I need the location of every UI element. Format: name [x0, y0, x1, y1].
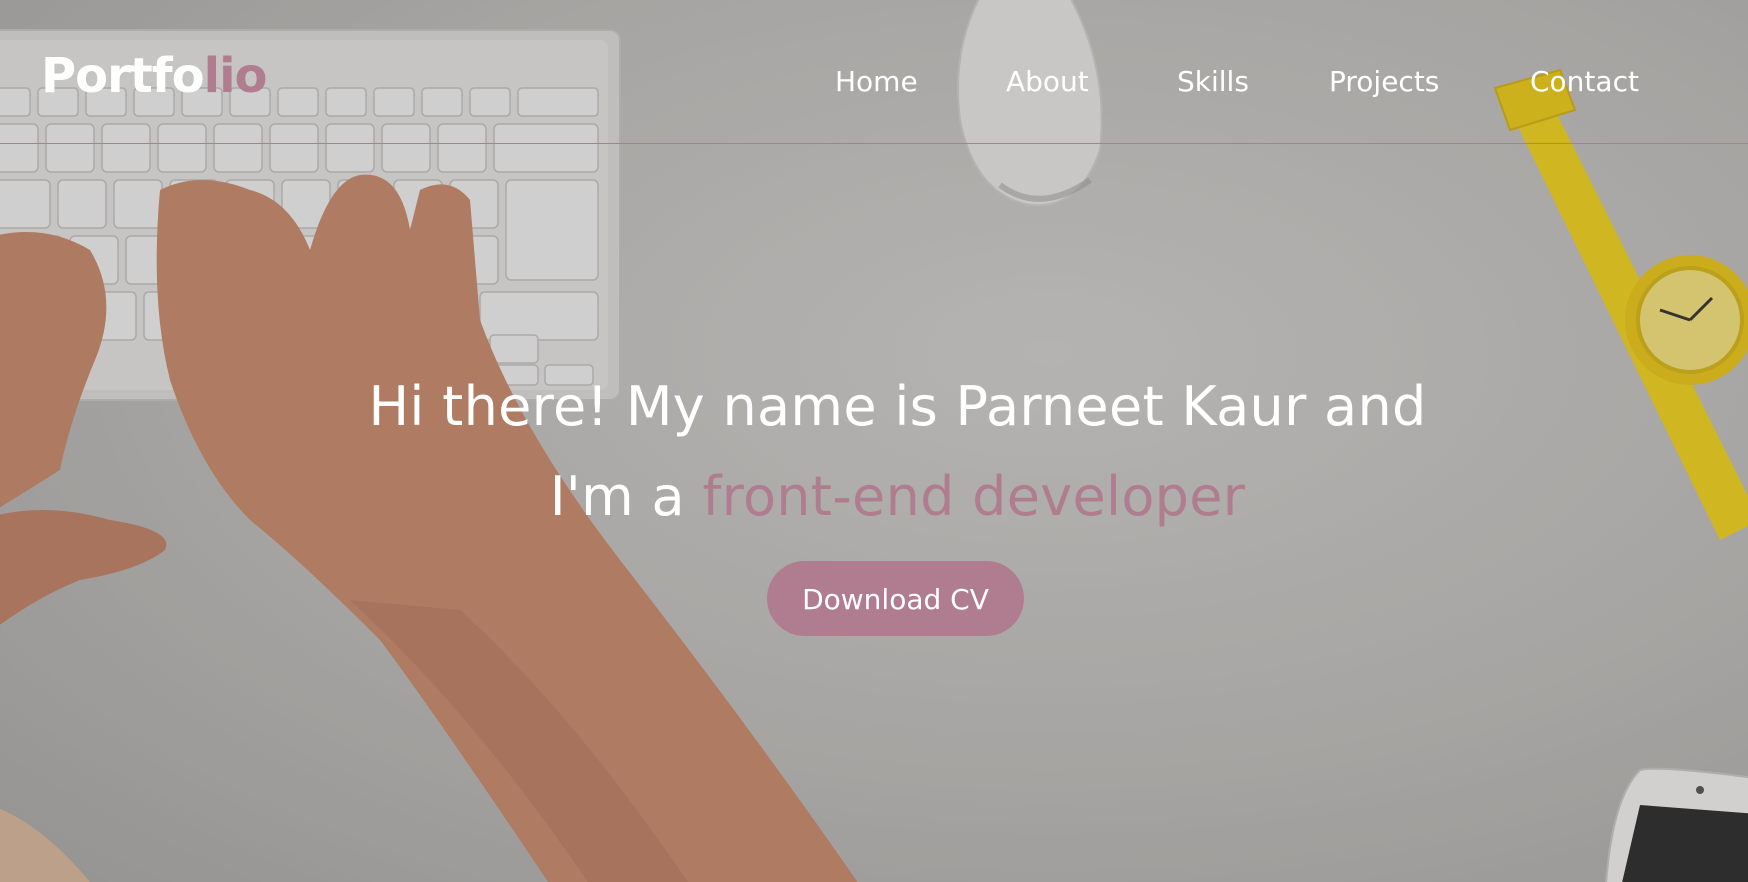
hero-line-2-prefix: I'm a — [549, 465, 703, 528]
nav-link-about[interactable]: About — [1006, 68, 1089, 96]
main-nav: Home About Skills Projects Contact — [0, 68, 1748, 108]
nav-link-home[interactable]: Home — [835, 68, 918, 96]
hero-line-1: Hi there! My name is Parneet Kaur and — [368, 375, 1427, 438]
nav-link-contact[interactable]: Contact — [1530, 68, 1639, 96]
download-cv-button[interactable]: Download CV — [767, 561, 1024, 636]
navbar: Portfolio Home About Skills Projects Con… — [0, 0, 1748, 144]
nav-link-skills[interactable]: Skills — [1177, 68, 1249, 96]
hero-headline: Hi there! My name is Parneet Kaur and I'… — [200, 362, 1595, 542]
nav-link-projects[interactable]: Projects — [1329, 68, 1439, 96]
hero-role-highlight: front-end developer — [702, 465, 1246, 528]
